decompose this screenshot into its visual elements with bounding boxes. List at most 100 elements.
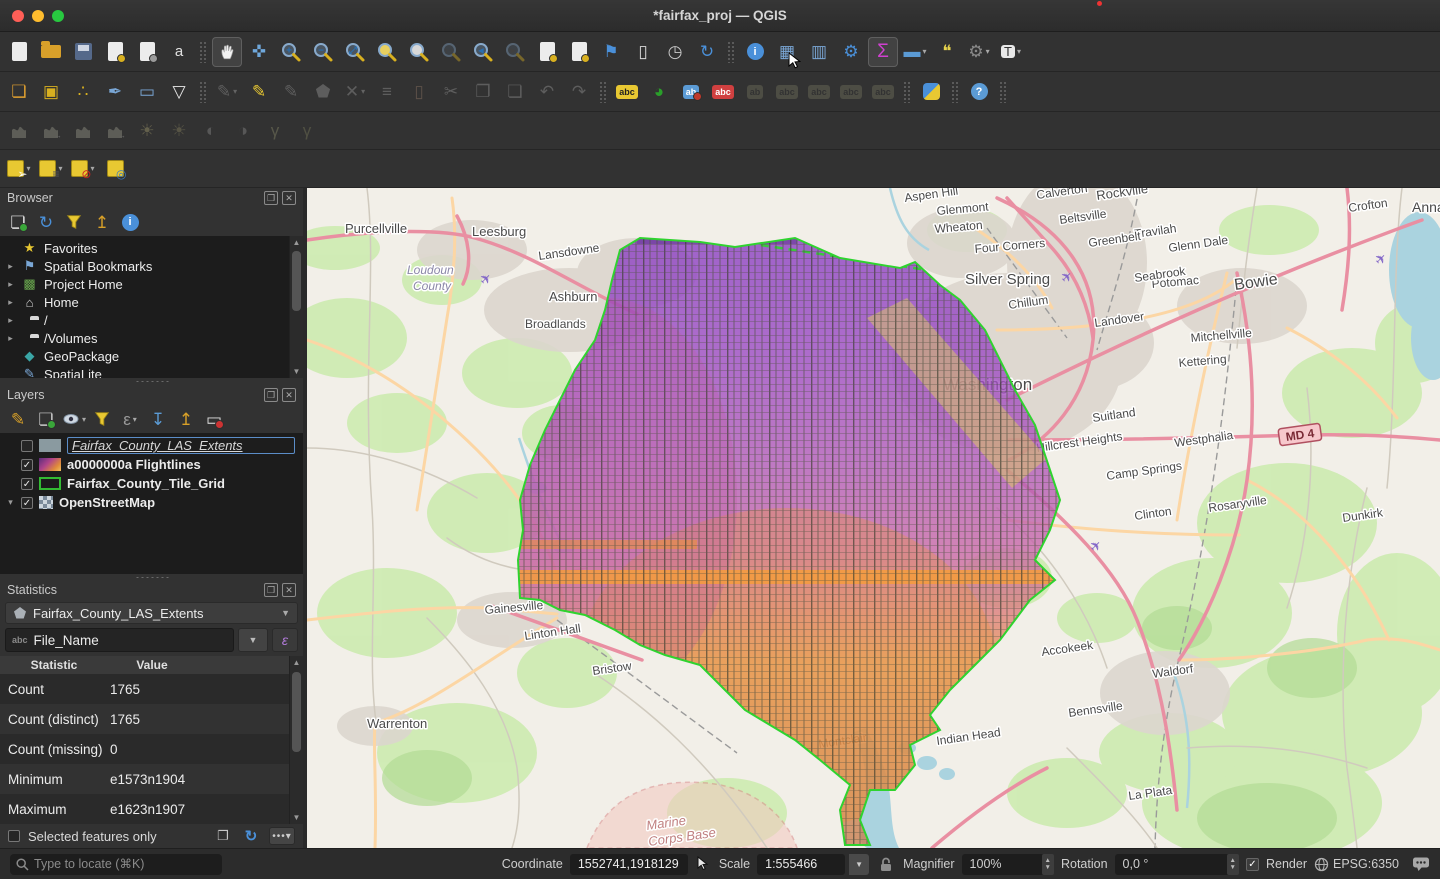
- layer-row-openstreetmap[interactable]: ▾✓OpenStreetMap: [0, 493, 303, 512]
- rotation-spinbox[interactable]: 0,0 ° ▲▼: [1115, 854, 1239, 875]
- coordinate-input[interactable]: 1552741,1918129: [570, 854, 688, 875]
- increase-contrast-button[interactable]: ◐: [196, 116, 226, 146]
- statistics-layer-selector[interactable]: Fairfax_County_LAS_Extents ▼: [5, 602, 298, 624]
- zoom-native-button[interactable]: 1:1: [436, 37, 466, 67]
- filter-by-expression-button-dropdown[interactable]: ▾: [133, 415, 137, 424]
- measure-button[interactable]: ▬▾: [900, 37, 930, 67]
- toolbar-drag-handle[interactable]: [951, 81, 959, 103]
- decrease-gamma-button[interactable]: γ: [292, 116, 322, 146]
- open-data-source-manager-button[interactable]: ❏: [4, 77, 34, 107]
- decrease-brightness-button[interactable]: ☀: [164, 116, 194, 146]
- modify-label-button[interactable]: abc: [868, 77, 898, 107]
- statistics-float-button[interactable]: ❐: [264, 583, 278, 597]
- refresh-map-button[interactable]: ↻: [692, 37, 722, 67]
- panel-resize-handle[interactable]: [0, 378, 303, 385]
- help-contents-button[interactable]: ?: [964, 77, 994, 107]
- zoom-to-layer-button[interactable]: [404, 37, 434, 67]
- toolbar-drag-handle[interactable]: [903, 81, 911, 103]
- open-project-button[interactable]: [36, 37, 66, 67]
- measure-button-dropdown[interactable]: ▾: [922, 47, 926, 56]
- highlight-pinned-labels-button[interactable]: abc: [708, 77, 738, 107]
- browser-filter-button[interactable]: [62, 210, 86, 234]
- pin-labels-button[interactable]: ab: [676, 77, 706, 107]
- cut-features-button[interactable]: ✂: [436, 77, 466, 107]
- layer-visibility-checkbox[interactable]: ✓: [21, 459, 33, 471]
- expand-arrow-icon[interactable]: ▸: [6, 261, 15, 272]
- text-annotation-button[interactable]: T▾: [996, 37, 1026, 67]
- browser-item-geopackage[interactable]: ◆GeoPackage: [0, 347, 303, 365]
- statistics-row[interactable]: Maximume1623n1907: [0, 794, 303, 824]
- zoom-last-button[interactable]: ◂: [468, 37, 498, 67]
- browser-float-button[interactable]: ❐: [264, 191, 278, 205]
- new-point-layer-button[interactable]: ∴: [68, 77, 98, 107]
- expand-arrow-icon[interactable]: ▸: [6, 279, 15, 290]
- layer-visibility-checkbox[interactable]: ✓: [21, 478, 33, 490]
- layer-labeling-options-button[interactable]: abc: [612, 77, 642, 107]
- layers-close-button[interactable]: ✕: [282, 388, 296, 402]
- full-histogram-stretch-button[interactable]: →: [36, 116, 66, 146]
- open-layer-styling-button[interactable]: ✎: [6, 407, 30, 431]
- pan-map-button[interactable]: [212, 37, 242, 67]
- field-calculator-button[interactable]: ▥: [804, 37, 834, 67]
- statistics-row[interactable]: Count (missing)0: [0, 734, 303, 764]
- expand-arrow-icon[interactable]: ▸: [6, 333, 15, 344]
- move-label-button[interactable]: ab: [740, 77, 770, 107]
- show-hide-labels-button[interactable]: abc: [804, 77, 834, 107]
- browser-item--[interactable]: ▸/: [0, 311, 303, 329]
- rotation-spin-buttons[interactable]: ▲▼: [1227, 854, 1239, 875]
- remove-layer-button[interactable]: ▭: [202, 407, 226, 431]
- layer-visibility-checkbox[interactable]: ✓: [21, 497, 33, 509]
- bookmark-manager-button[interactable]: ▯: [628, 37, 658, 67]
- map-tips-button[interactable]: ❝: [932, 37, 962, 67]
- change-label-button[interactable]: abc: [836, 77, 866, 107]
- processing-toolbox-button[interactable]: ⚙: [836, 37, 866, 67]
- copy-features-button[interactable]: ❐: [468, 77, 498, 107]
- new-virtual-layer-button[interactable]: ▽: [164, 77, 194, 107]
- locator-search-input[interactable]: [10, 854, 222, 875]
- layer-visibility-checkbox[interactable]: [21, 440, 33, 452]
- layer-row-fairfax-county-tile-grid[interactable]: ✓Fairfax_County_Tile_Grid: [0, 474, 303, 493]
- selected-features-only-checkbox[interactable]: [8, 830, 20, 842]
- layer-diagram-options-button[interactable]: ◕: [644, 77, 674, 107]
- paste-features-button[interactable]: ❏: [500, 77, 530, 107]
- filter-by-expression-button[interactable]: ε▾: [118, 407, 142, 431]
- current-edits-button[interactable]: ✎▾: [212, 77, 242, 107]
- zoom-full-button[interactable]: ⤢: [340, 37, 370, 67]
- new-geopackage-layer-button[interactable]: ▣: [36, 77, 66, 107]
- new-print-layout-button[interactable]: [100, 37, 130, 67]
- statistics-row[interactable]: Count (distinct)1765: [0, 704, 303, 734]
- statistics-expression-button[interactable]: ε: [272, 628, 298, 652]
- increase-brightness-button[interactable]: ☀: [132, 116, 162, 146]
- browser-item-favorites[interactable]: ★Favorites: [0, 239, 303, 257]
- add-group-button[interactable]: ❏: [34, 407, 58, 431]
- magnifier-spin-buttons[interactable]: ▲▼: [1042, 854, 1054, 875]
- toolbar-drag-handle[interactable]: [999, 81, 1007, 103]
- select-by-location-button[interactable]: ◎: [100, 154, 130, 184]
- current-edits-button-dropdown[interactable]: ▾: [233, 87, 237, 96]
- statistics-row[interactable]: Count1765: [0, 674, 303, 704]
- expand-arrow-icon[interactable]: ▸: [6, 297, 15, 308]
- delete-selected-button[interactable]: ▯: [404, 77, 434, 107]
- copy-statistics-button[interactable]: ❐: [213, 827, 233, 845]
- new-temporary-scratch-layer-button[interactable]: ▭: [132, 77, 162, 107]
- toolbar-drag-handle[interactable]: [599, 81, 607, 103]
- local-histogram-stretch-button[interactable]: [4, 116, 34, 146]
- messages-button[interactable]: [1412, 856, 1430, 872]
- show-layout-manager-button[interactable]: [132, 37, 162, 67]
- magnifier-spinbox[interactable]: 100% ▲▼: [962, 854, 1054, 875]
- layer-expand-arrow-icon[interactable]: ▾: [6, 497, 15, 508]
- pan-to-selection-button[interactable]: ✜: [244, 37, 274, 67]
- run-feature-action-button[interactable]: ⚙▾: [964, 37, 994, 67]
- collapse-all-button[interactable]: ↥: [174, 407, 198, 431]
- run-feature-action-button-dropdown[interactable]: ▾: [986, 47, 990, 56]
- layers-float-button[interactable]: ❐: [264, 388, 278, 402]
- scale-input[interactable]: 1:555466: [757, 854, 845, 875]
- show-bookmarks-button[interactable]: ⚑: [596, 37, 626, 67]
- browser-item-spatial-bookmarks[interactable]: ▸⚑Spatial Bookmarks: [0, 257, 303, 275]
- redo-button[interactable]: ↷: [564, 77, 594, 107]
- manage-map-themes-button-dropdown[interactable]: ▾: [82, 415, 86, 424]
- statistics-field-selector[interactable]: abc File_Name: [5, 628, 234, 652]
- python-console-button[interactable]: [916, 77, 946, 107]
- save-layer-edits-button[interactable]: ✎: [276, 77, 306, 107]
- expand-all-button[interactable]: ↧: [146, 407, 170, 431]
